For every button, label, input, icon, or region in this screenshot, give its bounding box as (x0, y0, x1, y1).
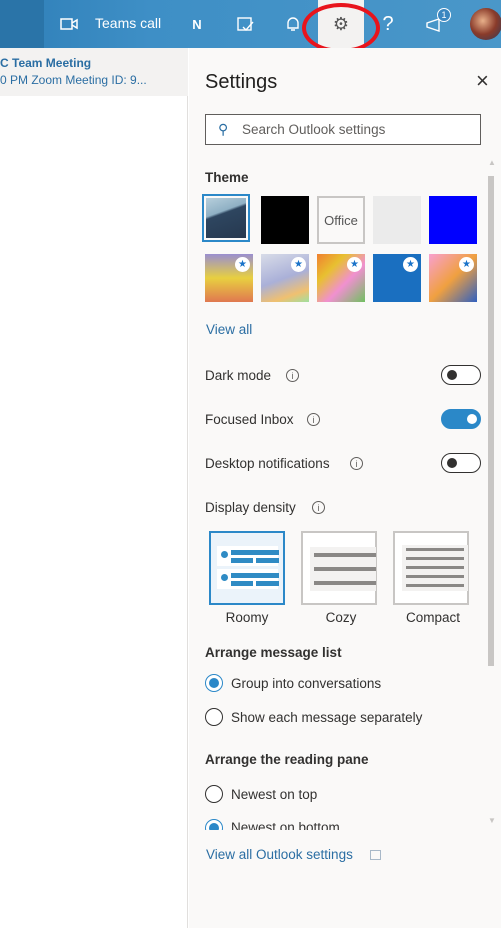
info-icon[interactable]: i (350, 457, 363, 470)
top-bar: Teams call N ⚙ ? 1 (0, 0, 501, 53)
message-list (0, 48, 188, 928)
newest-on-bottom-label[interactable]: Newest on bottom (231, 820, 340, 830)
teams-call-button[interactable]: Teams call (95, 15, 161, 31)
density-roomy-label: Roomy (225, 610, 269, 625)
newest-on-top-radio[interactable] (205, 785, 223, 803)
theme-unicorn[interactable]: ★ (317, 254, 365, 302)
star-icon: ★ (291, 257, 306, 272)
info-icon[interactable]: i (286, 369, 299, 382)
info-icon[interactable]: i (307, 413, 320, 426)
density-compact[interactable] (393, 531, 469, 605)
bell-icon[interactable] (282, 14, 304, 34)
display-density-label: Display density (205, 500, 296, 515)
star-icon: ★ (403, 257, 418, 272)
star-icon: ★ (235, 257, 250, 272)
desktop-notifications-toggle[interactable] (441, 453, 481, 473)
focused-inbox-toggle[interactable] (441, 409, 481, 429)
view-all-outlook-settings-link[interactable]: View all Outlook settings (206, 847, 353, 862)
message-preview: 0 PM Zoom Meeting ID: 9... (0, 73, 147, 87)
theme-wave-selected[interactable] (202, 194, 250, 242)
theme-light-gray[interactable] (373, 196, 421, 244)
view-all-themes-link[interactable]: View all (206, 322, 252, 337)
help-icon[interactable]: ? (378, 12, 398, 36)
theme-toys[interactable]: ★ (429, 254, 477, 302)
scroll-up-arrow[interactable]: ▲ (488, 158, 496, 167)
theme-office[interactable]: Office (317, 196, 365, 244)
newest-on-top-label[interactable]: Newest on top (231, 787, 317, 802)
theme-ribbons[interactable]: ★ (261, 254, 309, 302)
newest-on-bottom-radio[interactable] (205, 819, 223, 830)
density-cozy-label: Cozy (325, 610, 357, 625)
todo-icon[interactable] (234, 14, 256, 34)
show-separately-radio[interactable] (205, 708, 223, 726)
dark-mode-toggle[interactable] (441, 365, 481, 385)
message-title: C Team Meeting (0, 56, 92, 70)
arrange-reading-pane-heading: Arrange the reading pane (205, 752, 369, 767)
density-roomy[interactable] (209, 531, 285, 605)
theme-blue[interactable] (429, 196, 477, 244)
avatar[interactable] (470, 8, 501, 40)
group-conversations-radio[interactable] (205, 674, 223, 692)
star-icon: ★ (347, 257, 362, 272)
settings-search-input[interactable]: ⚲ Search Outlook settings (205, 114, 481, 145)
highlight-annotation-circle (302, 3, 380, 53)
dark-mode-label: Dark mode (205, 368, 272, 383)
scroll-down-arrow[interactable]: ▼ (488, 816, 496, 825)
clipped-option: Newest on bottom (189, 818, 489, 830)
close-button[interactable]: × (476, 70, 489, 92)
open-external-icon (370, 850, 381, 860)
density-compact-label: Compact (405, 610, 461, 625)
theme-black[interactable] (261, 196, 309, 244)
density-cozy[interactable] (301, 531, 377, 605)
theme-rainbow[interactable]: ★ (205, 254, 253, 302)
app-launcher-area (0, 0, 44, 48)
scrollbar-thumb[interactable] (488, 176, 494, 666)
info-icon[interactable]: i (312, 501, 325, 514)
search-icon: ⚲ (218, 121, 229, 137)
show-separately-label[interactable]: Show each message separately (231, 710, 422, 725)
theme-school-blue[interactable]: ★ (373, 254, 421, 302)
message-list-item[interactable]: C Team Meeting 0 PM Zoom Meeting ID: 9..… (0, 48, 188, 96)
onenote-icon[interactable]: N (186, 14, 208, 34)
theme-heading: Theme (205, 170, 249, 185)
settings-title: Settings (205, 71, 278, 93)
focused-inbox-label: Focused Inbox (205, 412, 294, 427)
video-icon[interactable] (58, 14, 80, 34)
star-icon: ★ (459, 257, 474, 272)
group-conversations-label[interactable]: Group into conversations (231, 676, 381, 691)
notification-badge: 1 (437, 8, 451, 22)
settings-panel: Settings × ⚲ Search Outlook settings ▲ ▼… (189, 48, 501, 928)
desktop-notifications-label: Desktop notifications (205, 456, 330, 471)
arrange-message-list-heading: Arrange message list (205, 645, 342, 660)
